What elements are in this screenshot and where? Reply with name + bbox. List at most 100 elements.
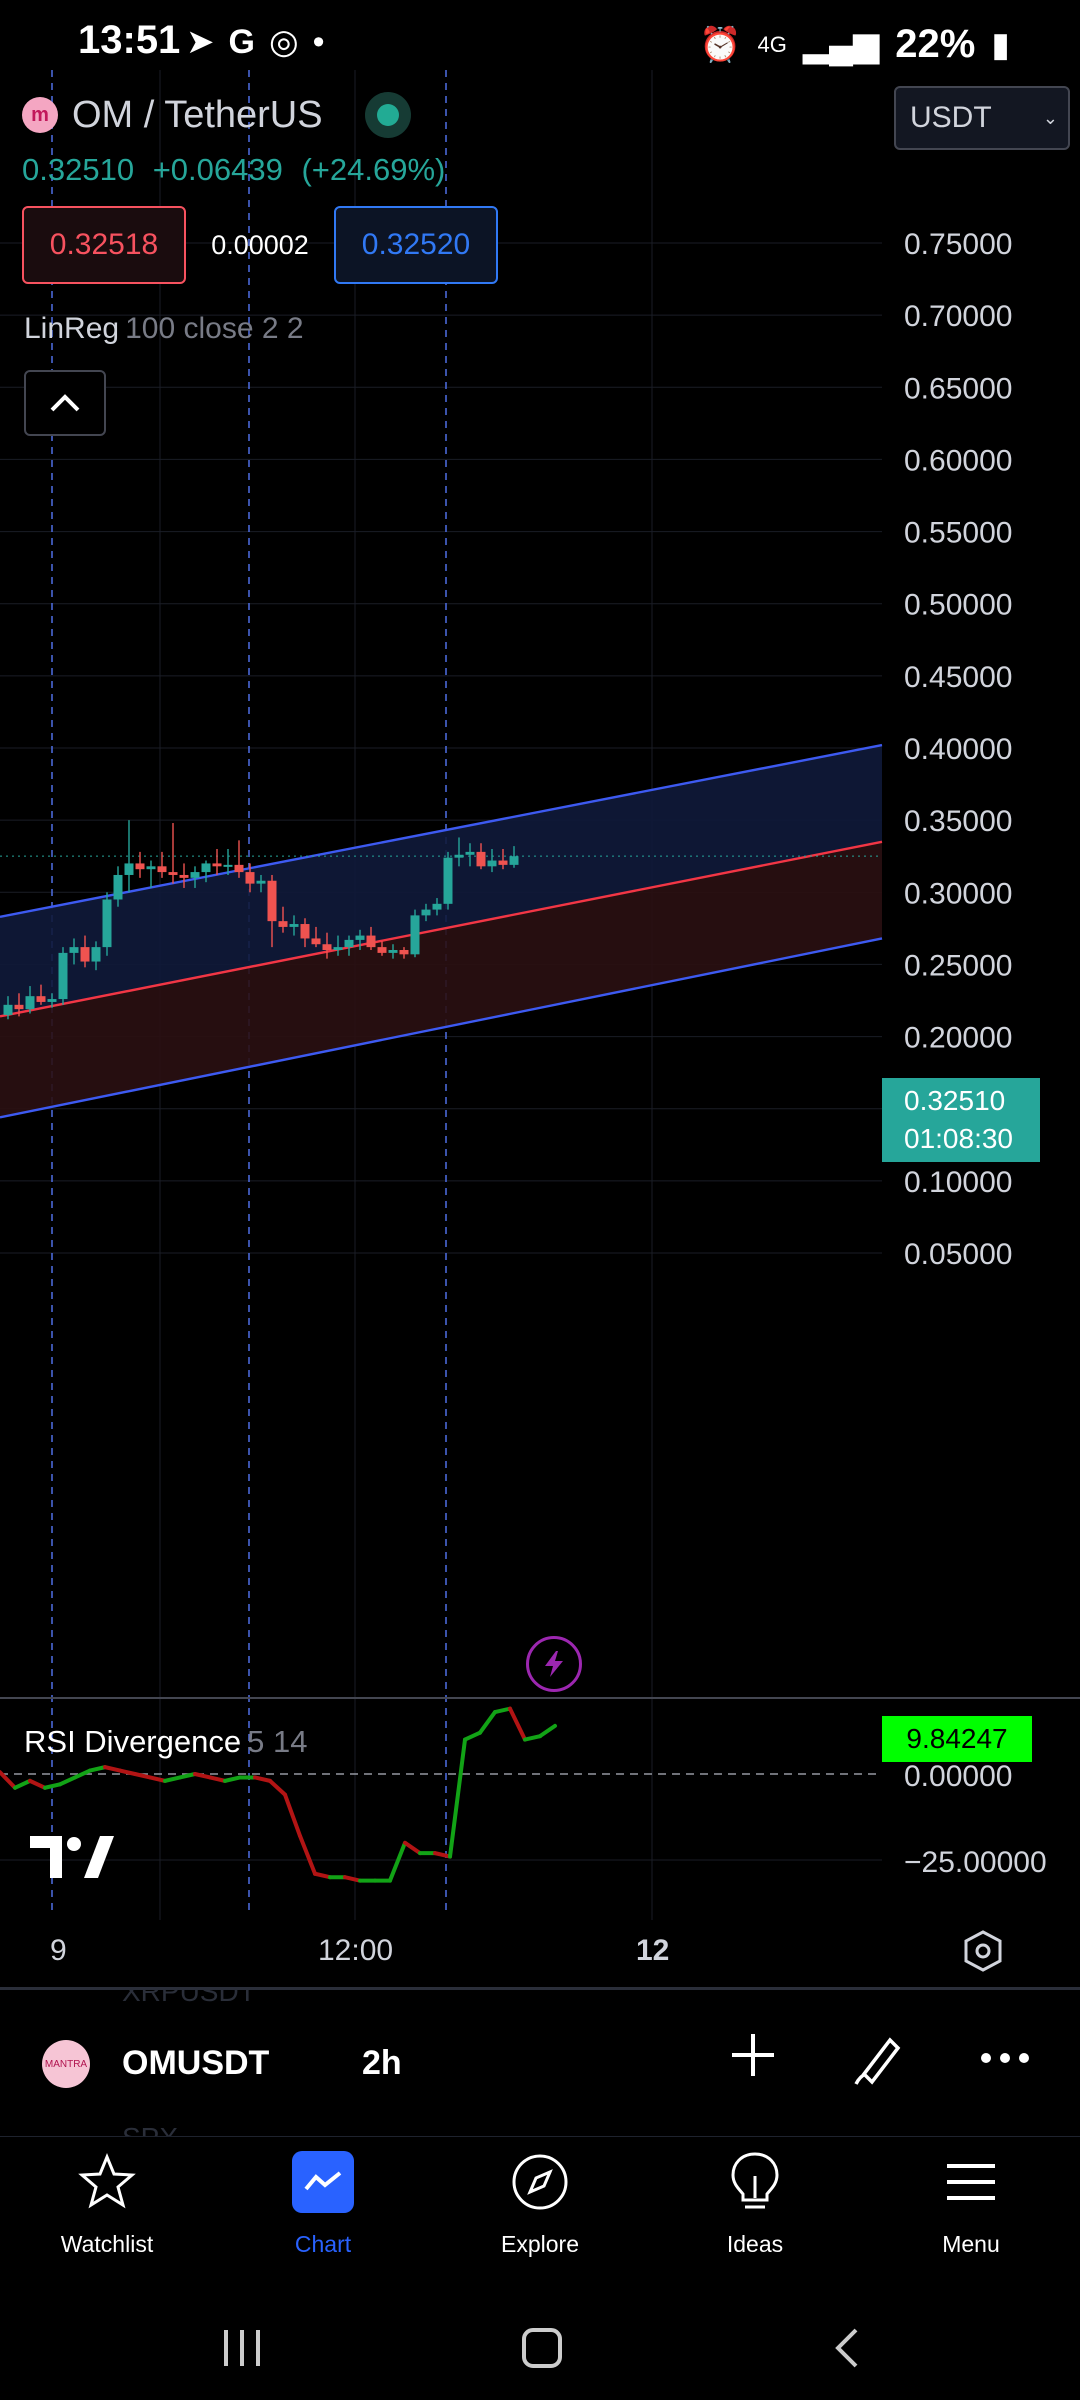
- candle-body: [465, 851, 475, 855]
- battery-percent: 22%: [895, 22, 976, 66]
- candle-body: [146, 866, 156, 870]
- nav-watchlist[interactable]: Watchlist: [32, 2151, 182, 2258]
- nav-ideas-label: Ideas: [726, 2231, 784, 2257]
- system-navigation-bar: [0, 2296, 1080, 2400]
- collapse-legend-button[interactable]: [24, 370, 106, 436]
- price-axis-label: 0.10000: [904, 1166, 1012, 1199]
- currency-value: USDT: [910, 101, 992, 134]
- candle-body: [509, 856, 519, 865]
- candle-body: [355, 935, 365, 940]
- rsi-segment: [283, 1792, 302, 1838]
- currency-select[interactable]: USDT ⌄: [894, 86, 1070, 150]
- rsi-value-tag: 9.84247: [882, 1716, 1032, 1762]
- candle-body: [421, 909, 431, 916]
- price-axis-label: 0.35000: [904, 805, 1012, 838]
- instagram-icon: ◎: [268, 23, 299, 61]
- linreg-legend[interactable]: LinReg 100 close 2 2: [24, 312, 304, 346]
- candle-body: [14, 1004, 24, 1010]
- price-axis-label: 0.50000: [904, 589, 1012, 622]
- nav-chart[interactable]: Chart: [248, 2151, 398, 2258]
- price-chart[interactable]: 0.75000 0.70000 0.65000 0.60000 0.55000 0.500…: [0, 70, 1080, 2000]
- spread-value: 0.00002: [211, 229, 309, 260]
- sell-button[interactable]: 0.32518: [22, 206, 186, 284]
- rsi-segment: [223, 1775, 242, 1783]
- rsi-segment: [463, 1730, 482, 1742]
- symbol-name[interactable]: OM / TetherUS: [72, 94, 323, 137]
- add-icon[interactable]: [728, 2030, 778, 2085]
- candle-body: [300, 924, 310, 939]
- candle-body: [410, 915, 420, 955]
- candle-body: [3, 1004, 13, 1015]
- rsi-segment: [58, 1775, 77, 1787]
- x-tick-1200: 12:00: [318, 1934, 394, 1967]
- candle-body: [487, 860, 497, 867]
- nav-explore[interactable]: Explore: [465, 2151, 615, 2258]
- rsi-args: 5 14: [247, 1724, 308, 1759]
- rsi-segment: [13, 1778, 32, 1790]
- price-axis-label: 0.30000: [904, 877, 1012, 910]
- price-axis-label: 0.55000: [904, 517, 1012, 550]
- candle-body: [190, 872, 200, 878]
- recent-apps-icon[interactable]: [220, 2326, 264, 2370]
- status-system-icons: ⏰ 4G ▂▄▆ 22% ▮: [699, 22, 1010, 67]
- back-icon[interactable]: [828, 2326, 868, 2370]
- rsi-legend[interactable]: RSI Divergence 5 14: [24, 1724, 307, 1760]
- price-change-pct: (+24.69%): [301, 152, 446, 187]
- candle-body: [344, 939, 354, 948]
- rsi-name: RSI Divergence: [24, 1724, 242, 1759]
- symbol-header[interactable]: m OM / TetherUS: [22, 92, 411, 138]
- candle-body: [256, 880, 266, 884]
- candle-body: [476, 851, 486, 867]
- home-icon[interactable]: [520, 2326, 564, 2370]
- candle-body: [223, 864, 233, 867]
- price-axis-label: 0.65000: [904, 372, 1012, 405]
- symbol-logo: MANTRA: [42, 2040, 90, 2088]
- candle-body: [443, 857, 453, 904]
- nav-ideas[interactable]: Ideas: [680, 2151, 830, 2258]
- more-icon[interactable]: [978, 2048, 1032, 2073]
- rsi-segment: [433, 1851, 452, 1859]
- lightning-icon[interactable]: [526, 1636, 582, 1692]
- buy-button[interactable]: 0.32520: [334, 206, 498, 284]
- quote-line: 0.32510 +0.06439 (+24.69%): [22, 152, 455, 188]
- candle-body: [366, 935, 376, 948]
- market-open-indicator: [364, 92, 411, 138]
- rsi-segment: [313, 1871, 332, 1880]
- status-notification-icons: ➤ G ◎ •: [186, 22, 325, 62]
- price-change: +0.06439: [152, 152, 283, 187]
- timeframe-button[interactable]: 2h: [362, 2044, 402, 2083]
- rsi-segment: [43, 1782, 62, 1790]
- drawing-tools-icon[interactable]: [850, 2028, 910, 2093]
- rsi-segment: [28, 1778, 47, 1790]
- last-price: 0.32510: [22, 152, 135, 187]
- symbol-toolbar: XRPUSDT MANTRA OMUSDT 2h SPX: [0, 1988, 1080, 2136]
- rsi-segment: [163, 1775, 182, 1783]
- candle-body: [25, 996, 35, 1010]
- linreg-name: LinReg: [24, 312, 120, 345]
- price-axis-label: 0.70000: [904, 300, 1012, 333]
- candle-body: [47, 999, 57, 1002]
- price-tag-value: 0.32510: [904, 1085, 1006, 1116]
- symbol-button[interactable]: OMUSDT: [122, 2044, 269, 2083]
- candle-body: [135, 863, 145, 870]
- rsi-axis-label: −25.00000: [904, 1846, 1047, 1879]
- candle-body: [311, 938, 321, 945]
- bar-countdown: 01:08:30: [904, 1123, 1013, 1154]
- nav-menu[interactable]: Menu: [896, 2151, 1046, 2258]
- lightbulb-icon: [724, 2151, 786, 2213]
- rsi-segment: [448, 1737, 467, 1859]
- rsi-segment: [118, 1768, 137, 1776]
- chart-icon: [292, 2151, 354, 2213]
- price-axis-label: 0.25000: [904, 949, 1012, 982]
- rsi-segment: [208, 1775, 227, 1783]
- chart-settings-icon[interactable]: [960, 1928, 1006, 1979]
- candle-body: [399, 950, 409, 955]
- candle-body: [432, 903, 442, 910]
- network-type: 4G: [757, 31, 787, 57]
- candle-body: [245, 872, 255, 884]
- rsi-segment: [193, 1772, 212, 1780]
- battery-icon: ▮: [991, 25, 1010, 64]
- candle-body: [454, 854, 464, 858]
- candle-body: [80, 947, 90, 962]
- x-tick-12: 12: [636, 1934, 670, 1967]
